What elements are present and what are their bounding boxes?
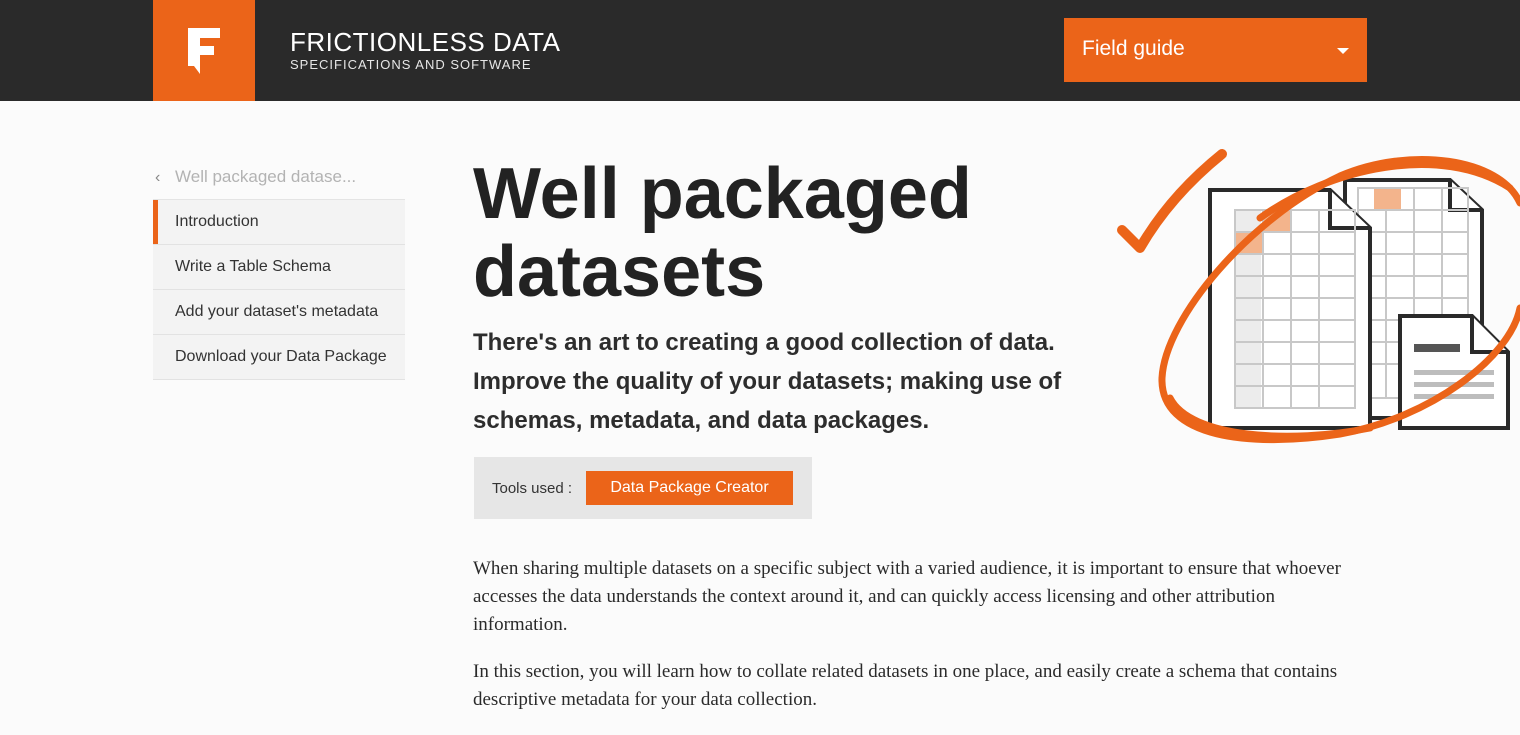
sidebar-item-label: Introduction [175, 213, 259, 230]
brand-subtitle: SPECIFICATIONS AND SOFTWARE [290, 57, 532, 72]
brand-title: FRICTIONLESS DATA [290, 27, 561, 57]
logo[interactable] [153, 0, 255, 101]
frictionless-logo-icon [188, 28, 220, 74]
page-title-line2: datasets [473, 232, 766, 312]
field-guide-dropdown[interactable]: Field guide [1064, 18, 1367, 82]
top-header: FRICTIONLESS DATA SPECIFICATIONS AND SOF… [0, 0, 1520, 101]
sidebar-item-label: Download your Data Package [175, 348, 387, 365]
sidebar-back-label: Well packaged datase... [175, 167, 357, 186]
sidebar-item-label: Add your dataset's metadata [175, 303, 379, 320]
section-paragraph: In this section, you will learn how to c… [473, 661, 1338, 710]
chevron-left-icon: ‹ [155, 169, 161, 186]
sidebar-item-metadata[interactable]: Add your dataset's metadata [153, 290, 405, 335]
checkmark-icon [1117, 149, 1227, 253]
tools-used-label: Tools used : [492, 480, 573, 497]
sidebar-item-table-schema[interactable]: Write a Table Schema [153, 245, 405, 290]
sidebar-back-link[interactable]: ‹ Well packaged datase... [153, 155, 405, 200]
page-title: Well packaged datasets [473, 155, 1093, 311]
tools-used-box: Tools used : Data Package Creator [474, 457, 812, 519]
sidebar-nav: ‹ Well packaged datase... Introduction W… [153, 155, 405, 380]
caret-down-icon [1337, 48, 1349, 54]
sidebar-item-introduction[interactable]: Introduction [153, 200, 405, 245]
page-title-line1: Well packaged [473, 154, 972, 234]
sidebar-item-label: Write a Table Schema [175, 258, 331, 275]
sidebar-item-download[interactable]: Download your Data Package [153, 335, 405, 380]
front-sheet-icon [1208, 188, 1372, 430]
intro-paragraph: When sharing multiple datasets on a spec… [473, 558, 1341, 635]
field-guide-label: Field guide [1082, 37, 1185, 60]
datasets-checked-illustration [1117, 149, 1520, 444]
lead-text: There's an art to creating a good collec… [473, 329, 1062, 434]
data-package-creator-button[interactable]: Data Package Creator [586, 471, 793, 505]
